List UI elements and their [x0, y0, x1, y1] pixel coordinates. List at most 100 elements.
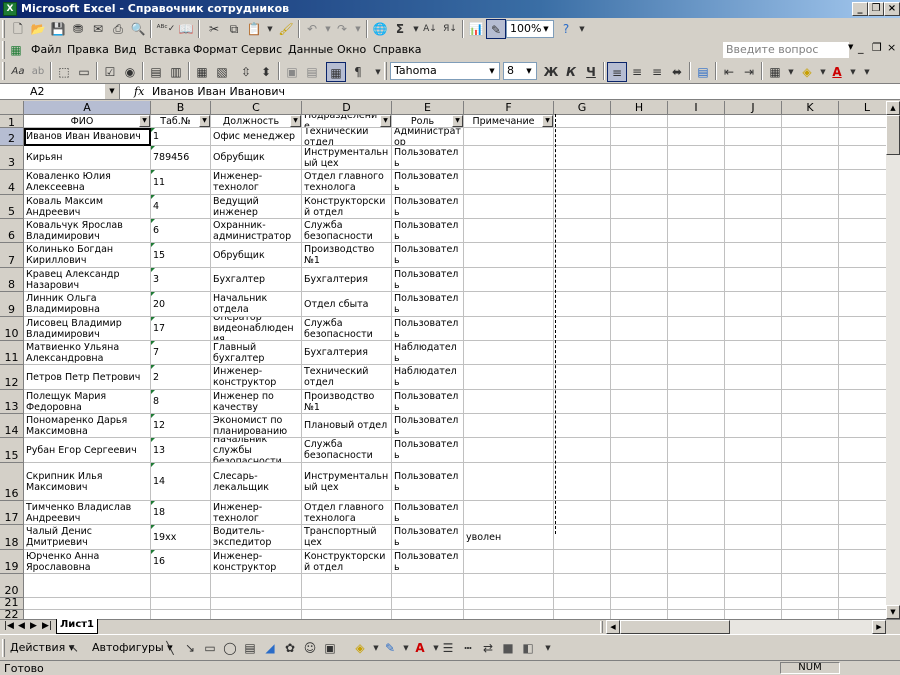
cell-b19[interactable]: 16 — [151, 550, 211, 574]
cell-b13[interactable]: 8 — [151, 390, 211, 414]
scroll-up-icon[interactable]: ▲ — [886, 101, 900, 115]
cell-a16[interactable]: Скрипник Илья Максимович — [24, 463, 151, 501]
cell-g12[interactable] — [554, 365, 611, 390]
cell-e12[interactable]: Наблюдатель — [392, 365, 464, 390]
cell-c2[interactable]: Офис менеджер — [211, 128, 302, 146]
cell-c7[interactable]: Обрубщик — [211, 243, 302, 268]
cell-h10[interactable] — [611, 317, 668, 341]
cell-l22[interactable] — [839, 610, 886, 619]
cell-b16[interactable]: 14 — [151, 463, 211, 501]
row-header-18[interactable]: 18 — [0, 525, 24, 550]
toolbar-grip[interactable] — [2, 639, 5, 657]
cell-b2[interactable]: 1 — [151, 128, 211, 146]
minimize-button[interactable]: _ — [852, 2, 868, 16]
spreadsheet-grid[interactable]: A B C D E F G H I J K L 1 ФИО ▼ Таб.№ ▼ Должность ▼ Подразд… — [0, 101, 886, 619]
row-header-9[interactable]: 9 — [0, 292, 24, 317]
row-header-6[interactable]: 6 — [0, 219, 24, 243]
cell-e21[interactable] — [392, 598, 464, 610]
cell-i20[interactable] — [668, 574, 725, 598]
cell-h12[interactable] — [611, 365, 668, 390]
decrease-indent-icon[interactable]: ⇤ — [719, 62, 739, 82]
cell-c12[interactable]: Инженер-конструктор — [211, 365, 302, 390]
column-header-l[interactable]: L — [839, 101, 886, 115]
cell-l4[interactable] — [839, 170, 886, 195]
last-sheet-icon[interactable]: ▶| — [42, 621, 52, 631]
combo-list-icon[interactable]: ▦ — [192, 62, 212, 82]
cell-d8[interactable]: Бухгалтерия — [302, 268, 392, 292]
cell-h21[interactable] — [611, 598, 668, 610]
scroll-right-icon[interactable]: ▶ — [872, 620, 886, 634]
h-scroll-thumb[interactable] — [620, 620, 730, 634]
row-header-1[interactable]: 1 — [0, 115, 24, 129]
column-header-c[interactable]: C — [211, 101, 302, 115]
cell-a7[interactable]: Колинько Богдан Кириллович — [24, 243, 151, 268]
cell-a15[interactable]: Рубан Егор Сергеевич — [24, 438, 151, 463]
chevron-down-icon[interactable]: ▼ — [105, 84, 119, 99]
cell-f15[interactable] — [464, 438, 554, 463]
3d-icon[interactable]: ◧ — [518, 638, 538, 658]
cell-f9[interactable] — [464, 292, 554, 317]
menubar-grip[interactable] — [2, 41, 5, 59]
cell-f6[interactable] — [464, 219, 554, 243]
cell-d9[interactable]: Отдел сбыта — [302, 292, 392, 317]
menu-format[interactable]: Формат — [193, 43, 238, 56]
column-header-g[interactable]: G — [554, 101, 611, 115]
cell-b7[interactable]: 15 — [151, 243, 211, 268]
diagram-icon[interactable]: ✿ — [280, 638, 300, 658]
cell-g11[interactable] — [554, 341, 611, 365]
zoom-select[interactable]: 100% ▼ — [506, 20, 554, 38]
checkbox-icon[interactable]: ☑ — [100, 62, 120, 82]
fx-icon[interactable]: fx — [134, 85, 144, 98]
align-center-icon[interactable]: ≡ — [627, 62, 647, 82]
cell-h5[interactable] — [611, 195, 668, 219]
cell-b8[interactable]: 3 — [151, 268, 211, 292]
form-edit-icon[interactable]: ▭ — [74, 62, 94, 82]
cell-c10[interactable]: Оператор видеонаблюдения — [211, 317, 302, 341]
menu-window[interactable]: Окно — [337, 43, 366, 56]
row-header-12[interactable]: 12 — [0, 365, 24, 390]
cell-f22[interactable] — [464, 610, 554, 619]
cell-a8[interactable]: Кравец Александр Назарович — [24, 268, 151, 292]
help-search-dropdown-icon[interactable]: ▼ — [848, 43, 853, 51]
cell-f16[interactable] — [464, 463, 554, 501]
bold-button[interactable]: Ж — [541, 62, 561, 82]
underline-button[interactable]: Ч — [581, 62, 601, 82]
cell-g13[interactable] — [554, 390, 611, 414]
cell-b10[interactable]: 17 — [151, 317, 211, 341]
cell-g21[interactable] — [554, 598, 611, 610]
clipart-icon[interactable]: ☺ — [300, 638, 320, 658]
cell-j13[interactable] — [725, 390, 782, 414]
name-box[interactable]: A2 ▼ — [0, 84, 120, 99]
cell-d19[interactable]: Конструкторский отдел — [302, 550, 392, 574]
cell-j22[interactable] — [725, 610, 782, 619]
cell-c16[interactable]: Слесарь-лекальщик — [211, 463, 302, 501]
cell-g19[interactable] — [554, 550, 611, 574]
help-dropdown-icon[interactable]: ▼ — [572, 19, 592, 39]
cell-e5[interactable]: Пользователь — [392, 195, 464, 219]
cell-e9[interactable]: Пользователь — [392, 292, 464, 317]
cell-a10[interactable]: Лисовец Владимир Владимирович — [24, 317, 151, 341]
cell-j14[interactable] — [725, 414, 782, 438]
cell-e8[interactable]: Пользователь — [392, 268, 464, 292]
cell-i11[interactable] — [668, 341, 725, 365]
row-header-19[interactable]: 19 — [0, 550, 24, 574]
next-sheet-icon[interactable]: ▶ — [30, 621, 37, 631]
cell-b21[interactable] — [151, 598, 211, 610]
cell-b15[interactable]: 13 — [151, 438, 211, 463]
cell-a6[interactable]: Ковальчук Ярослав Владимирович — [24, 219, 151, 243]
shadow-icon[interactable]: ■ — [498, 638, 518, 658]
cell-e16[interactable]: Пользователь — [392, 463, 464, 501]
row-header-15[interactable]: 15 — [0, 438, 24, 463]
picture-icon[interactable]: ▣ — [320, 638, 340, 658]
form-label-icon[interactable]: ⬚ — [54, 62, 74, 82]
cell-l14[interactable] — [839, 414, 886, 438]
menu-data[interactable]: Данные — [288, 43, 333, 56]
cell-i5[interactable] — [668, 195, 725, 219]
cell-i4[interactable] — [668, 170, 725, 195]
row-header-13[interactable]: 13 — [0, 390, 24, 414]
cell-g22[interactable] — [554, 610, 611, 619]
cell-f21[interactable] — [464, 598, 554, 610]
cell-g20[interactable] — [554, 574, 611, 598]
cell-d17[interactable]: Отдел главного технолога — [302, 501, 392, 525]
cell-b3[interactable]: 789456 — [151, 146, 211, 170]
